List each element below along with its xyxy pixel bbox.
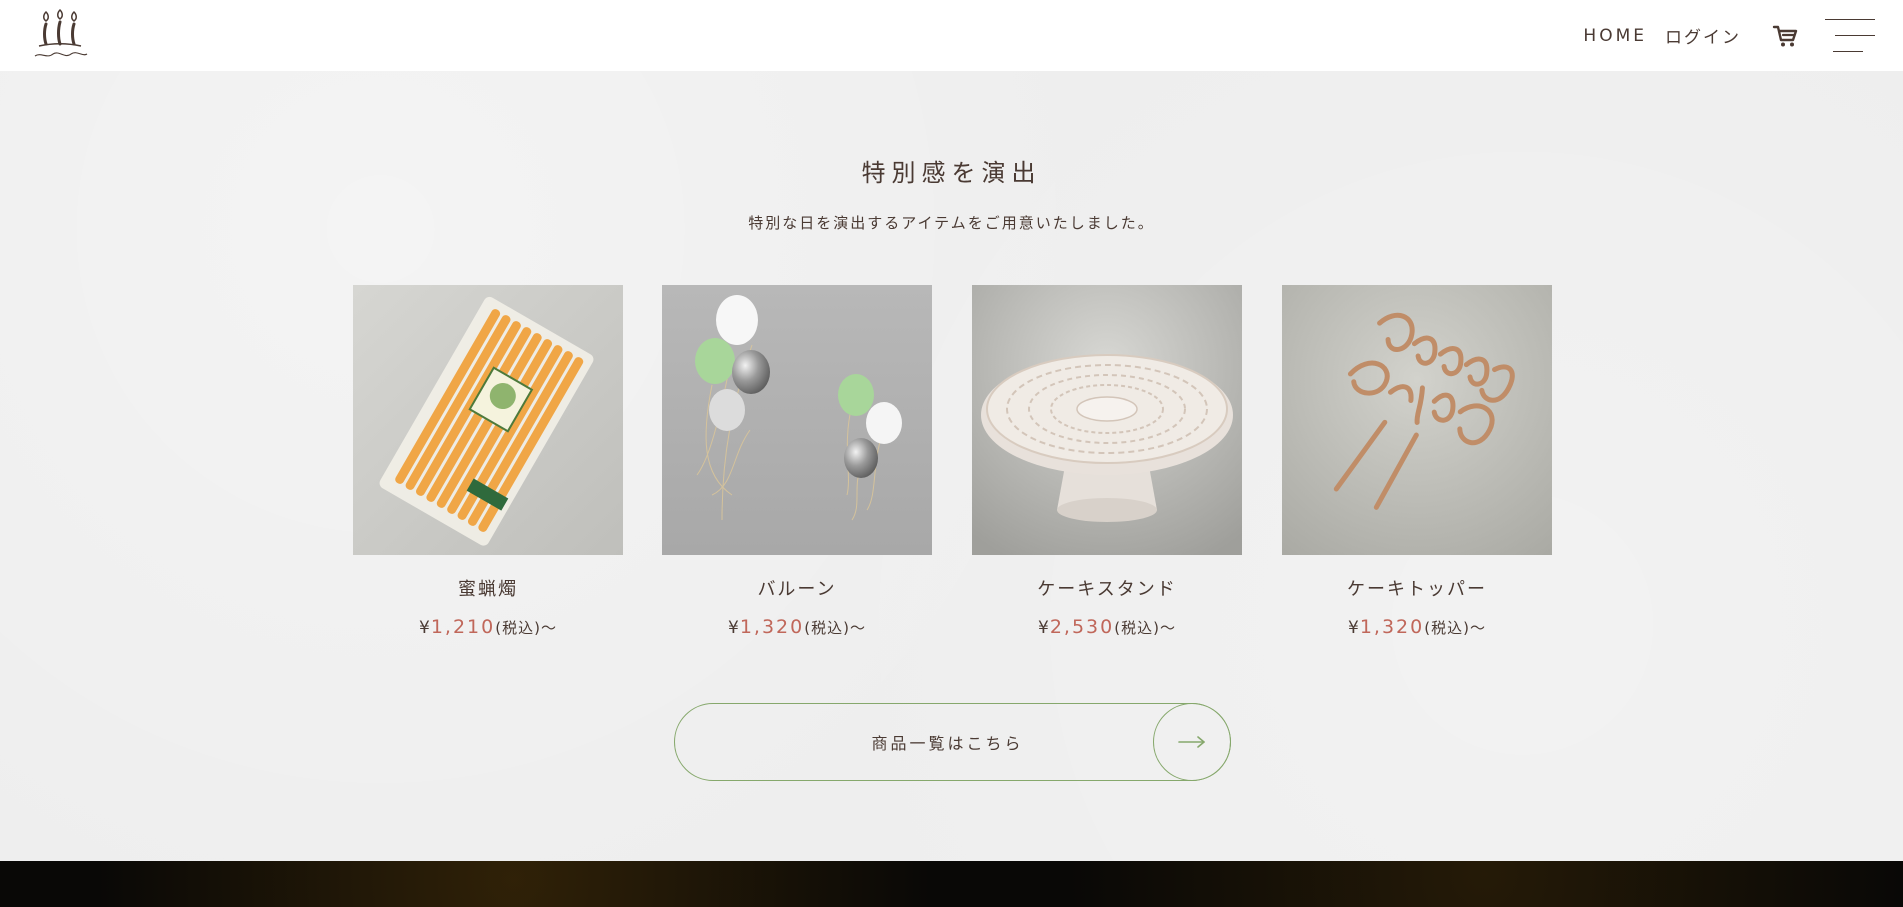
cake-topper-image (1282, 285, 1552, 555)
site-logo[interactable] (28, 7, 92, 65)
product-price: ¥1,320(税込)～ (662, 616, 932, 638)
price-tax-note: (税込)～ (1424, 619, 1486, 637)
product-price: ¥2,530(税込)～ (972, 616, 1242, 638)
special-items-section: 特別感を演出 特別な日を演出するアイテムをご用意いたしました。 蜜蝋燭 ¥1,2… (0, 71, 1903, 861)
nav-login-link[interactable]: ログイン (1665, 23, 1741, 48)
product-image-cake-stand[interactable] (972, 285, 1242, 555)
product-name[interactable]: 蜜蝋燭 (353, 575, 623, 601)
cake-stand-image (972, 285, 1242, 555)
section-title: 特別感を演出 (861, 159, 1042, 187)
product-image-candles[interactable] (353, 285, 623, 555)
balloons-image (662, 285, 932, 555)
price-yen-symbol: ¥ (1038, 618, 1050, 638)
product-image-balloons[interactable] (662, 285, 932, 555)
product-card[interactable]: バルーン ¥1,320(税込)～ (662, 285, 932, 638)
price-yen-symbol: ¥ (1348, 618, 1360, 638)
cart-icon[interactable] (1771, 22, 1799, 50)
main-nav: HOME ログイン (1583, 17, 1875, 55)
product-price: ¥1,210(税込)～ (353, 616, 623, 638)
arrow-right-icon[interactable] (1153, 703, 1231, 781)
product-list: 蜜蝋燭 ¥1,210(税込)～ バルーン ¥1,320(税込)～ ケーキスタンド… (353, 285, 1552, 645)
product-image-cake-topper[interactable] (1282, 285, 1552, 555)
nav-home-link[interactable]: HOME (1583, 26, 1647, 46)
site-header: HOME ログイン (0, 0, 1903, 71)
product-name[interactable]: バルーン (662, 575, 932, 601)
birthday-candles-logo-icon (34, 8, 88, 56)
price-yen-symbol: ¥ (419, 618, 431, 638)
product-card[interactable]: ケーキトッパー ¥1,320(税込)～ (1282, 285, 1552, 638)
price-yen-symbol: ¥ (728, 618, 740, 638)
price-tax-note: (税込)～ (495, 619, 557, 637)
product-name[interactable]: ケーキトッパー (1282, 575, 1552, 601)
price-tax-note: (税込)～ (1114, 619, 1176, 637)
product-price: ¥1,320(税込)～ (1282, 616, 1552, 638)
price-tax-note: (税込)～ (804, 619, 866, 637)
product-card[interactable]: ケーキスタンド ¥2,530(税込)～ (972, 285, 1242, 638)
product-list-button[interactable]: 商品一覧はこちら (674, 703, 1231, 781)
section-subtitle: 特別な日を演出するアイテムをご用意いたしました。 (748, 214, 1155, 232)
price-value: 2,530 (1049, 616, 1115, 638)
product-name[interactable]: ケーキスタンド (972, 575, 1242, 601)
product-list-button-label: 商品一覧はこちら (871, 734, 1024, 753)
price-value: 1,320 (1359, 616, 1425, 638)
price-value: 1,320 (739, 616, 805, 638)
hamburger-menu-icon[interactable] (1823, 17, 1875, 55)
product-card[interactable]: 蜜蝋燭 ¥1,210(税込)～ (353, 285, 623, 638)
price-value: 1,210 (430, 616, 496, 638)
dark-banner-strip (0, 861, 1903, 907)
beeswax-candles-image (353, 285, 623, 555)
